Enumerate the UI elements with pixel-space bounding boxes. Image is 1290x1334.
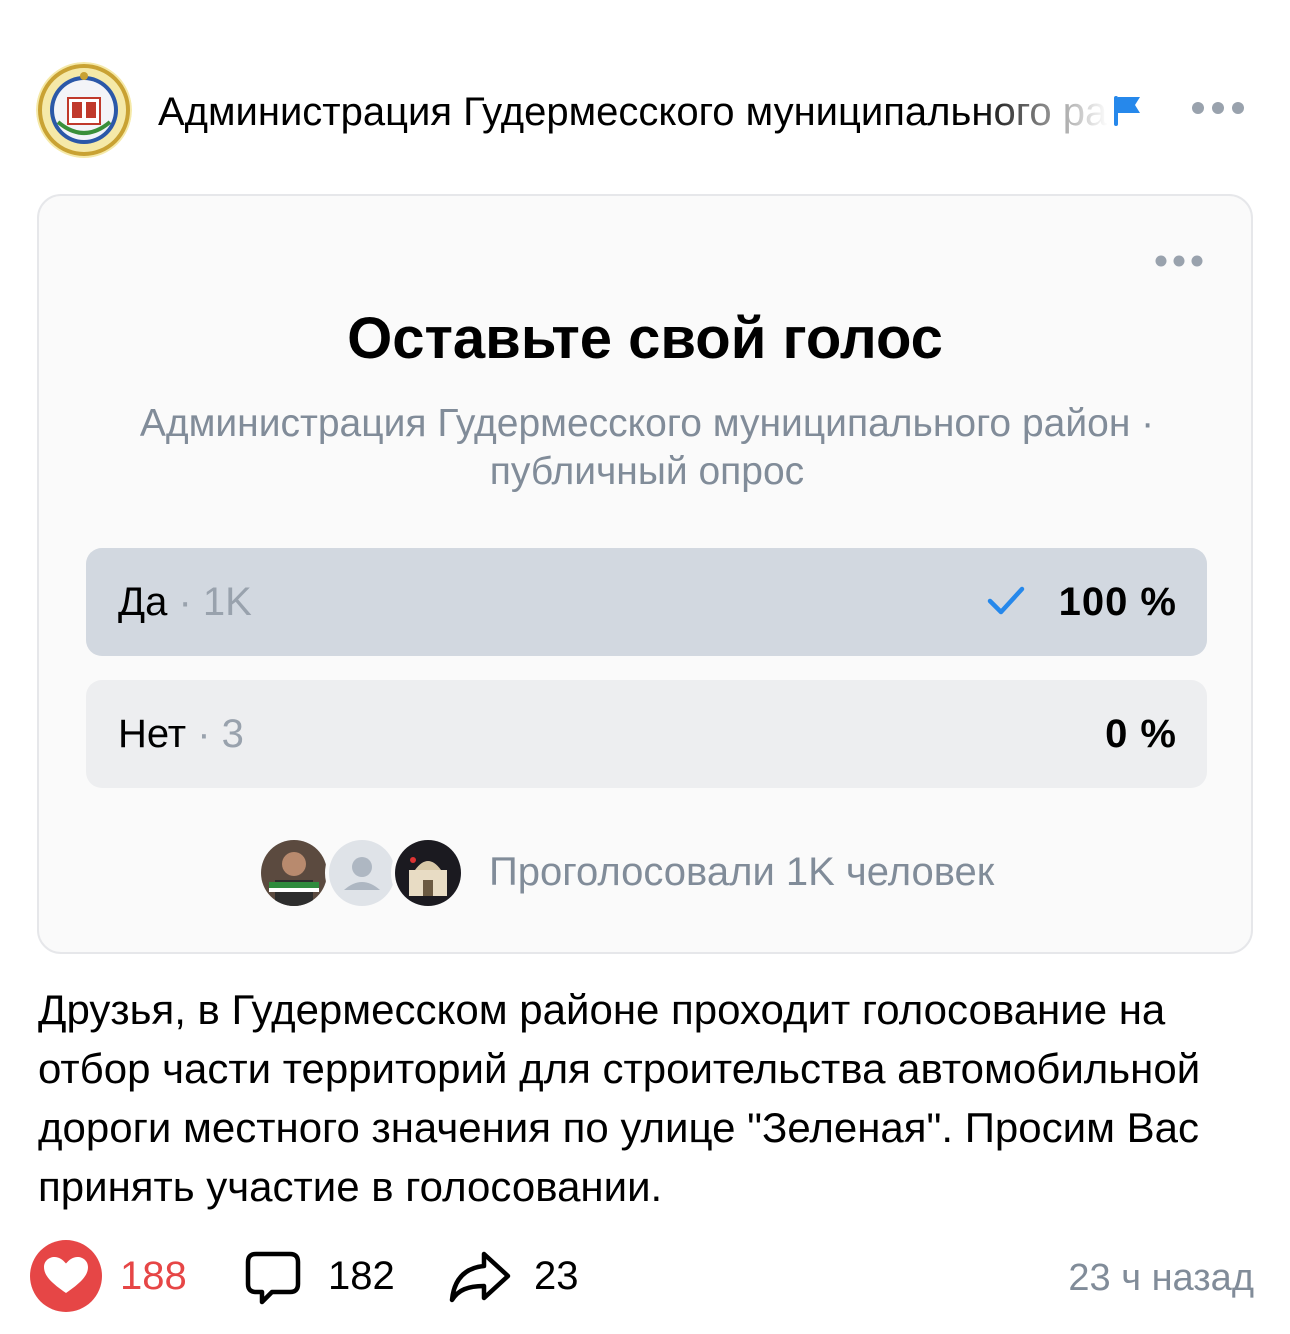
poll-option-fill (86, 548, 1207, 656)
poll-subtitle: Администрация Гудермесского муниципально… (139, 402, 1155, 493)
post-text: Друзья, в Гудермесском районе проходит г… (38, 986, 1201, 1210)
community-avatar[interactable] (36, 62, 132, 158)
poll-option-text: Да · 1K (118, 580, 252, 624)
share-icon[interactable] (448, 1250, 512, 1304)
poll-voters[interactable]: Проголосовали 1K человек (39, 832, 1251, 912)
poll-option-percent: 0 % (1105, 712, 1177, 756)
comment-icon[interactable] (244, 1250, 302, 1306)
voter-avatar (325, 836, 399, 910)
check-icon (986, 584, 1026, 618)
more-options-icon[interactable] (1190, 96, 1246, 120)
poll-option-label: Нет (118, 712, 187, 756)
post-actions: 188 182 23 23 ч назад (0, 1238, 1290, 1318)
post-time: 23 ч назад (1068, 1257, 1254, 1299)
flag-icon (1112, 94, 1142, 128)
poll-option-count: 3 (221, 712, 244, 756)
like-count: 188 (120, 1254, 187, 1298)
like-button[interactable] (30, 1240, 102, 1312)
voter-avatar (257, 836, 331, 910)
poll-option-text: Нет · 3 (118, 712, 244, 756)
voter-avatar (391, 836, 465, 910)
poll-option-yes[interactable]: Да · 1K 100 % (86, 548, 1207, 656)
share-count: 23 (534, 1254, 579, 1298)
heart-icon (44, 1257, 88, 1293)
poll-option-label: Да (118, 580, 168, 624)
author-name[interactable]: Администрация Гудермесского муниципально… (158, 84, 1108, 140)
voters-count-text: Проголосовали 1K человек (489, 850, 995, 894)
poll-option-percent: 100 % (1058, 580, 1177, 624)
comment-count: 182 (328, 1254, 395, 1298)
poll-option-no[interactable]: Нет · 3 0 % (86, 680, 1207, 788)
poll-title: Оставьте свой голос (347, 306, 943, 371)
post-header: Администрация Гудермесского муниципально… (0, 58, 1290, 162)
poll-card: Оставьте свой голос Администрация Гудерм… (37, 194, 1253, 954)
poll-option-count: 1K (202, 580, 252, 624)
poll-more-icon[interactable] (1153, 250, 1205, 272)
